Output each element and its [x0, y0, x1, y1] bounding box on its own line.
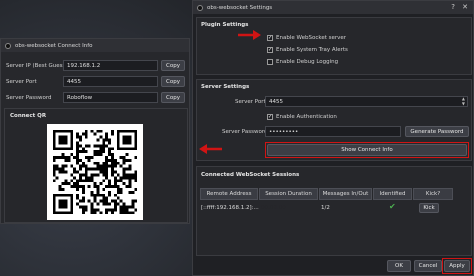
connect-info-window: obs-websocket Connect Info Server IP (Be…	[0, 38, 190, 224]
server-ip-value: 192.168.1.2	[67, 62, 101, 69]
enable-debug-label: Enable Debug Logging	[276, 59, 339, 65]
connect-qr-title: Connect QR	[10, 113, 47, 119]
column-header[interactable]: Messages In/Out	[319, 188, 372, 200]
server-port-field[interactable]: 4455	[63, 76, 158, 87]
server-password-value: Roboflow	[67, 94, 93, 101]
server-password-field[interactable]: Roboflow	[63, 92, 158, 103]
session-remote-address: [::ffff:192.168.1.2]:...	[201, 205, 259, 211]
close-icon[interactable]: ✕	[462, 3, 468, 11]
checkmark-icon: ✓	[268, 47, 273, 53]
enable-auth-label: Enable Authentication	[276, 114, 337, 120]
copy-password-button[interactable]: Copy	[161, 92, 185, 103]
column-header[interactable]: Remote Address	[200, 188, 258, 200]
server-ip-field[interactable]: 192.168.1.2	[63, 60, 158, 71]
enable-auth-checkbox[interactable]: ✓	[267, 114, 273, 120]
sessions-section: Connected WebSocket Sessions Remote Addr…	[196, 166, 472, 256]
column-header[interactable]: Session Duration	[259, 188, 318, 200]
help-icon[interactable]: ?	[451, 3, 455, 11]
connect-info-title: obs-websocket Connect Info	[15, 42, 93, 49]
apply-highlight	[442, 258, 472, 274]
qr-code	[47, 124, 143, 220]
connect-qr-section: Connect QR	[4, 108, 188, 223]
server-ip-label: Server IP (Best Guess)	[6, 63, 68, 69]
spin-arrows-icon[interactable]: ▲ ▼	[462, 96, 465, 106]
server-port-spinbox[interactable]: 4455 ▲ ▼	[265, 96, 468, 107]
copy-port-button[interactable]: Copy	[161, 76, 185, 87]
settings-title: obs-websocket Settings	[207, 4, 273, 11]
show-connect-info-highlight	[265, 142, 469, 158]
copy-ip-button[interactable]: Copy	[161, 60, 185, 71]
session-messages: 1/2	[321, 205, 330, 211]
arrow-to-show-connect-info-icon	[199, 144, 222, 154]
server-settings-section: Server Settings Server Port 4455 ▲ ▼ ✓ En…	[196, 79, 472, 161]
session-duration: 00:00:00	[261, 205, 286, 211]
plugin-settings-section: Plugin Settings ✓ Enable WebSocket serve…	[196, 17, 472, 75]
checkmark-icon: ✓	[268, 35, 273, 41]
kick-button[interactable]: Kick	[419, 203, 439, 213]
server-port-label: Server Port	[6, 79, 37, 85]
server-port-value: 4455	[269, 98, 283, 105]
checkmark-icon: ✓	[268, 114, 273, 120]
obs-logo-icon	[5, 42, 11, 49]
ok-button[interactable]: OK	[387, 260, 411, 272]
connect-info-titlebar: obs-websocket Connect Info	[1, 39, 189, 52]
server-port-value: 4455	[67, 78, 81, 85]
enable-server-label: Enable WebSocket server	[276, 35, 347, 41]
column-header[interactable]: Kick?	[413, 188, 453, 200]
server-password-value: •••••••••	[269, 128, 299, 135]
column-header[interactable]: Identified	[373, 188, 412, 200]
arrow-to-enable-server-icon	[238, 30, 261, 40]
enable-tray-checkbox[interactable]: ✓	[267, 47, 273, 53]
enable-tray-label: Enable System Tray Alerts	[276, 47, 348, 53]
enable-server-checkbox[interactable]: ✓	[267, 35, 273, 41]
cancel-button[interactable]: Cancel	[414, 260, 442, 272]
settings-window: obs-websocket Settings ? ✕ Plugin Settin…	[192, 0, 474, 276]
plugin-settings-title: Plugin Settings	[201, 22, 249, 28]
server-password-field[interactable]: •••••••••	[265, 126, 401, 137]
server-password-label: Server Password	[6, 95, 52, 101]
obs-logo-icon	[197, 4, 203, 11]
server-password-label: Server Password	[222, 129, 268, 135]
generate-password-button[interactable]: Generate Password	[405, 126, 469, 137]
server-settings-title: Server Settings	[201, 84, 250, 90]
server-port-label: Server Port	[235, 99, 266, 105]
enable-debug-checkbox[interactable]	[267, 59, 273, 65]
sessions-title: Connected WebSocket Sessions	[201, 172, 300, 178]
settings-titlebar: obs-websocket Settings ? ✕	[193, 1, 473, 14]
identified-check-icon: ✔	[389, 202, 396, 211]
